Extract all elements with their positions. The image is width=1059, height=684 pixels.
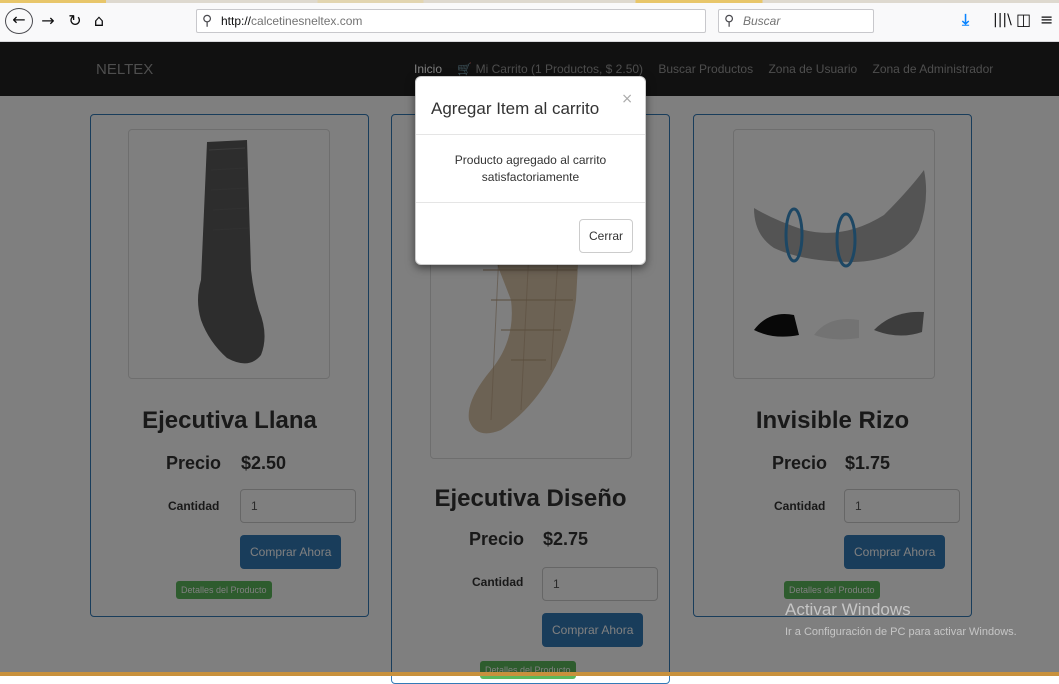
- search-input[interactable]: ⚲ Buscar: [718, 9, 874, 33]
- tab-strip: [0, 0, 1059, 3]
- url-scheme: http://: [221, 14, 252, 28]
- forward-icon[interactable]: →: [38, 8, 58, 34]
- bottom-strip: [0, 672, 1059, 676]
- browser-toolbar: ← → ↻ ⌂ ⚲ http://calcetinesneltex.com ⚲ …: [0, 0, 1059, 42]
- home-icon[interactable]: ⌂: [88, 8, 110, 34]
- library-icon[interactable]: |||\: [993, 12, 1012, 28]
- activation-watermark-title: Activar Windows: [785, 600, 911, 619]
- reload-icon[interactable]: ↻: [65, 8, 85, 34]
- back-icon[interactable]: ←: [5, 8, 33, 34]
- search-icon: ⚲: [202, 12, 213, 28]
- url-host: calcetinesneltex.com: [251, 14, 363, 28]
- modal-divider: [416, 202, 645, 203]
- search-icon: ⚲: [724, 12, 735, 28]
- search-placeholder: Buscar: [743, 14, 781, 28]
- activation-watermark-text: Ir a Configuración de PC para activar Wi…: [785, 626, 1017, 638]
- modal-message: Producto agregado al carrito satisfactor…: [454, 153, 607, 184]
- url-bar[interactable]: ⚲ http://calcetinesneltex.com: [196, 9, 706, 33]
- close-icon[interactable]: ×: [621, 91, 633, 107]
- menu-icon[interactable]: ≡: [1040, 10, 1053, 29]
- add-to-cart-modal: Agregar Item al carrito × Producto agreg…: [415, 76, 646, 265]
- url-text: http://calcetinesneltex.com: [221, 14, 362, 28]
- modal-divider: [416, 134, 645, 135]
- close-button[interactable]: Cerrar: [578, 219, 633, 253]
- download-icon[interactable]: ⤓: [962, 10, 969, 30]
- modal-title: Agregar Item al carrito: [431, 99, 600, 118]
- sidebar-icon[interactable]: ◫: [1016, 10, 1031, 29]
